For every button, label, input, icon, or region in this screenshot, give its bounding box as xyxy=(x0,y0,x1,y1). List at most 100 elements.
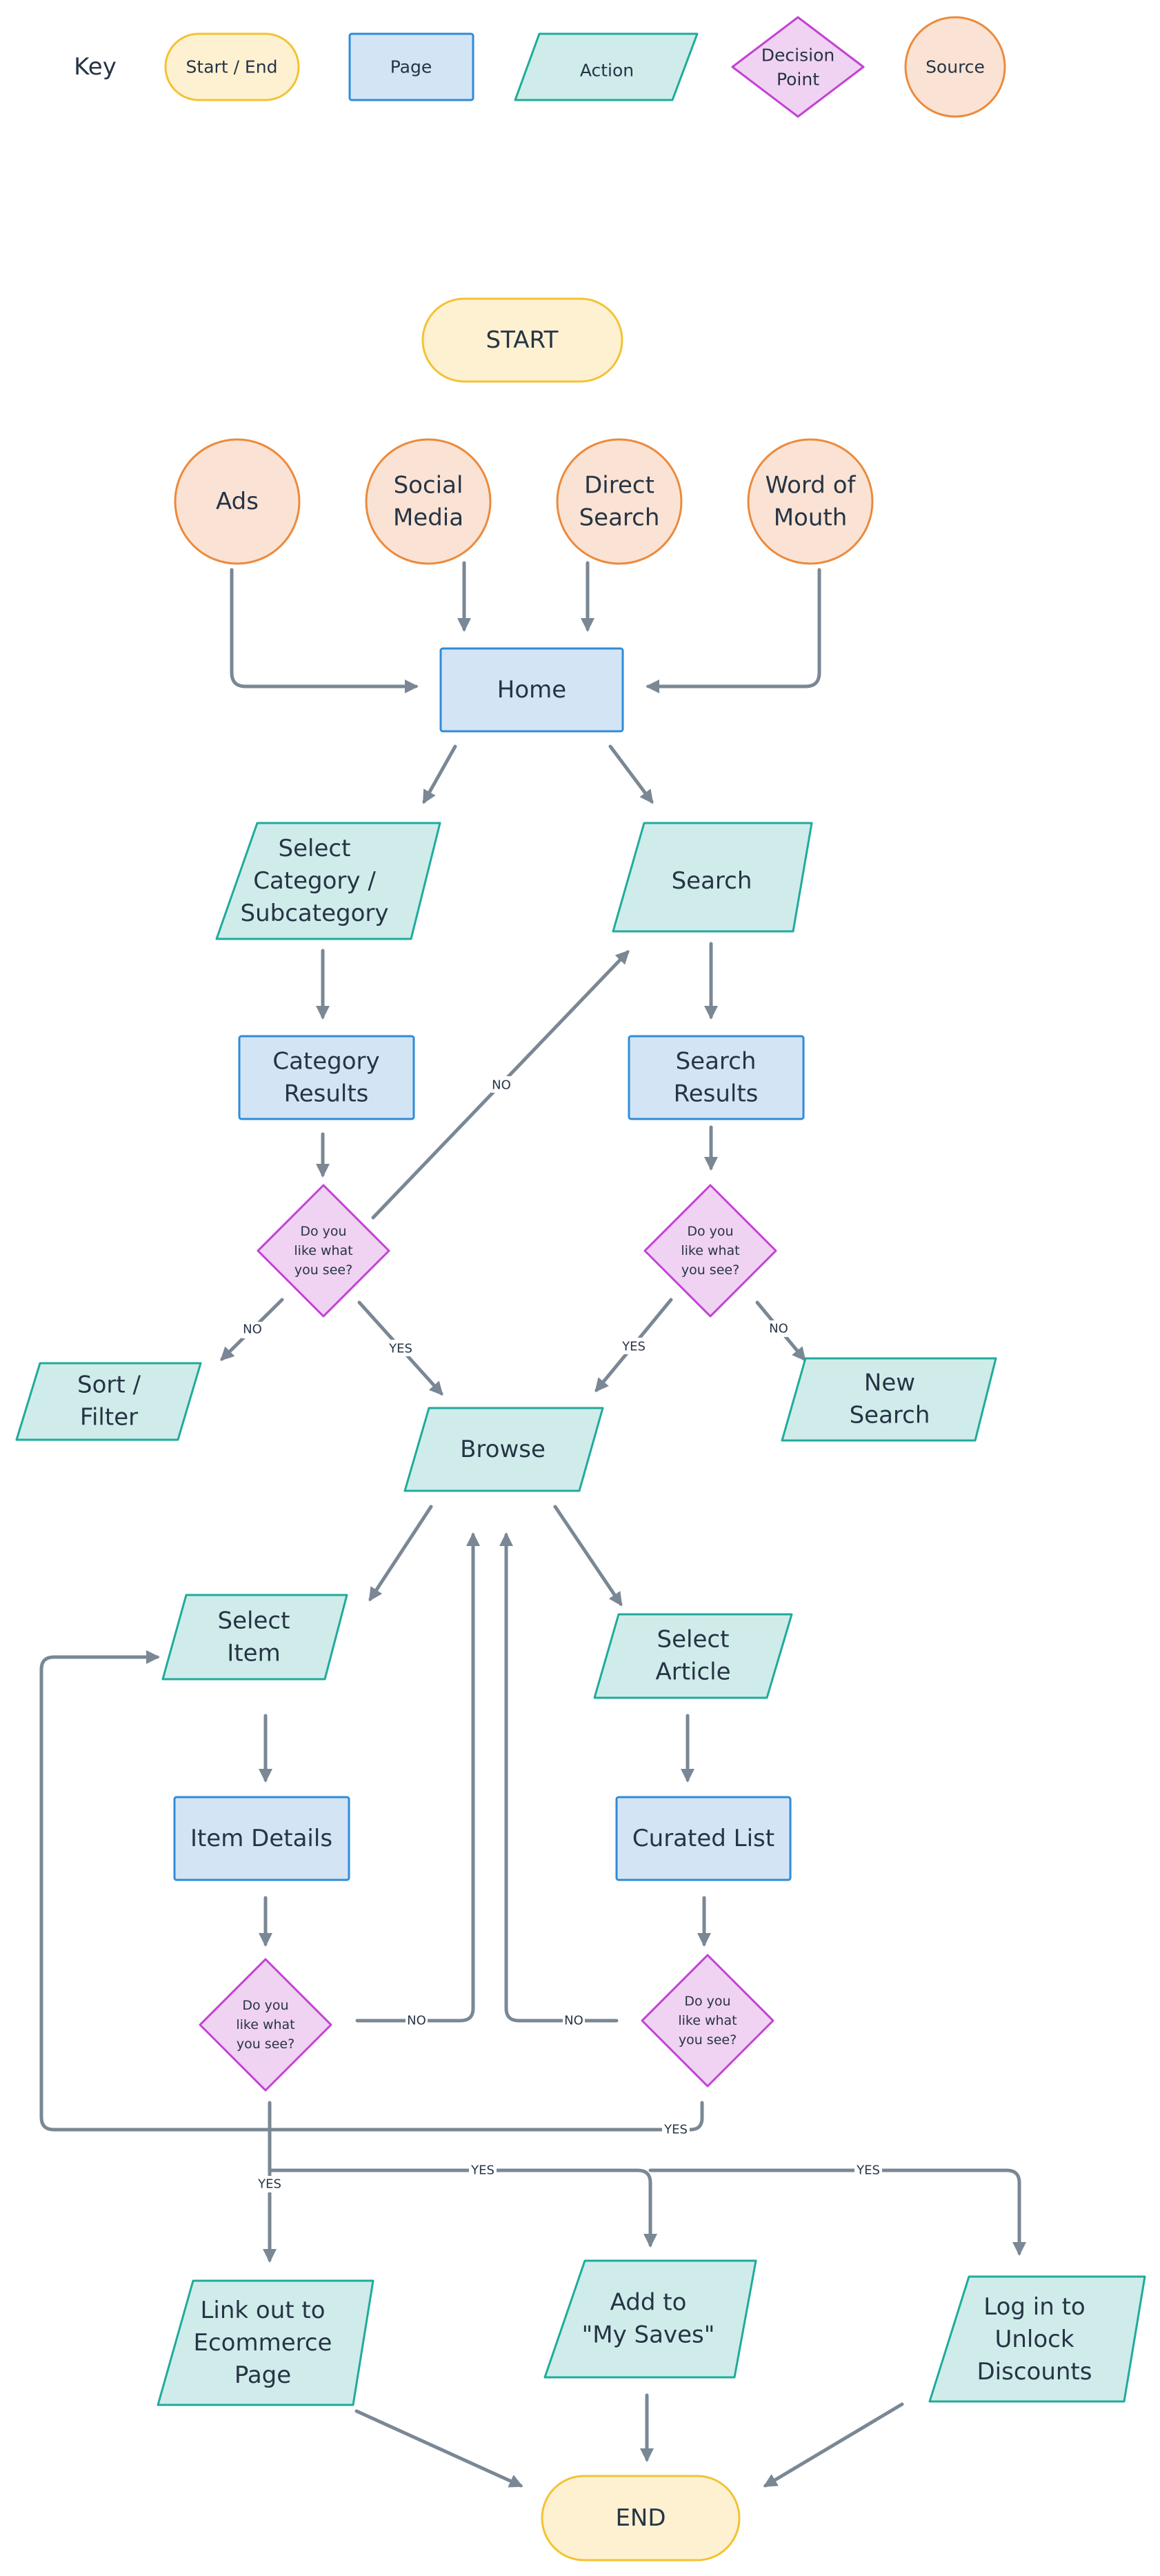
node-source-word-of-mouth[interactable]: Word of Mouth xyxy=(747,438,874,565)
edge-itemdecision-yes-login xyxy=(648,2168,1026,2256)
node-label-line: Social xyxy=(394,472,463,499)
node-label-line: Do you xyxy=(684,1994,730,2009)
node-label-line: Do you xyxy=(687,1224,733,1239)
node-page-category-results[interactable]: Category Results xyxy=(238,1035,415,1120)
node-source-social-media[interactable]: Social Media xyxy=(365,438,492,565)
node-label-line: Select xyxy=(218,1607,290,1635)
node-page-search-results[interactable]: Search Results xyxy=(628,1035,805,1120)
node-action-add-to-my-saves[interactable]: Add to "My Saves" xyxy=(543,2259,757,2379)
node-source-social-media-shape xyxy=(365,438,492,565)
node-label-line: Search xyxy=(676,1048,757,1076)
node-label-home: Home xyxy=(497,676,566,704)
edge-label-cat-no: NO xyxy=(243,1322,262,1337)
node-decision-category[interactable]: Do you like what you see? xyxy=(257,1184,390,1318)
legend-action: Action xyxy=(514,32,699,101)
node-label-line: like what xyxy=(681,1243,739,1258)
node-source-direct-search[interactable]: Direct Search xyxy=(556,438,683,565)
node-action-select-item[interactable]: Select Item xyxy=(161,1594,348,1681)
node-action-select-article[interactable]: Select Article xyxy=(593,1613,793,1699)
legend-page: Page xyxy=(348,32,474,101)
edge-label-item-no: NO xyxy=(407,2014,426,2028)
node-label-line: Sort / xyxy=(77,1371,141,1399)
edge-label-item-yes-saves: YES xyxy=(470,2163,494,2178)
node-label-line: Filter xyxy=(80,1404,138,1431)
node-label-line: Ads xyxy=(216,488,259,515)
node-label-line: Ecommerce xyxy=(194,2329,332,2357)
node-label-line: like what xyxy=(678,2013,737,2028)
edges xyxy=(39,561,1026,2488)
legend-source-label: Source xyxy=(926,57,985,77)
node-label-line: Browse xyxy=(460,1436,546,1463)
edge-ads-home xyxy=(230,568,419,693)
node-label-line: Search xyxy=(579,504,660,532)
node-label-line: Search xyxy=(850,1402,930,1429)
legend-decision-label-line2: Point xyxy=(777,70,819,90)
flowchart: Key Start / End Page Action Decision Poi… xyxy=(15,16,1146,2562)
node-label-line: like what xyxy=(294,1243,352,1258)
node-label-line: START xyxy=(486,326,559,354)
node-label-line: Word of xyxy=(766,472,857,499)
legend-page-label: Page xyxy=(390,57,432,77)
node-label-dec-item: Do you like what you see? xyxy=(236,1998,294,2052)
edge-login-end xyxy=(763,2402,904,2488)
node-action-select-category[interactable]: Select Category / Subcategory xyxy=(215,822,441,940)
legend-source: Source xyxy=(904,16,1006,118)
edge-browse-selectarticle xyxy=(553,1505,623,1607)
node-label-line: Item xyxy=(227,1640,280,1667)
node-source-word-of-mouth-shape xyxy=(747,438,874,565)
node-label-line: Direct xyxy=(584,472,654,499)
node-action-new-search[interactable]: New Search xyxy=(781,1357,997,1442)
node-page-curated-list[interactable]: Curated List xyxy=(615,1796,792,1881)
edge-itemdecision-yes-addsaves xyxy=(268,2168,657,2248)
node-label-line: Category xyxy=(272,1048,379,1076)
node-page-item-details[interactable]: Item Details xyxy=(173,1796,350,1881)
node-label-line: Unlock xyxy=(994,2326,1074,2353)
node-label-line: Article xyxy=(655,1658,730,1686)
edge-linkout-end xyxy=(354,2409,523,2488)
legend-decision-label-line1: Decision xyxy=(761,46,834,66)
legend-start-end-label: Start / End xyxy=(186,57,278,77)
node-end[interactable]: END xyxy=(541,2475,741,2562)
node-page-home[interactable]: Home xyxy=(439,647,624,733)
node-action-link-out[interactable]: Link out to Ecommerce Page xyxy=(157,2279,374,2406)
node-decision-search[interactable]: Do you like what you see? xyxy=(643,1184,777,1318)
node-label-line: Media xyxy=(393,504,463,532)
node-start[interactable]: START xyxy=(421,297,623,383)
node-label-line: Page xyxy=(234,2361,291,2389)
node-action-log-in[interactable]: Log in to Unlock Discounts xyxy=(928,2275,1146,2403)
edge-browse-selectitem xyxy=(368,1505,433,1602)
node-label-item-details: Item Details xyxy=(190,1825,332,1852)
node-action-sort-filter[interactable]: Sort / Filter xyxy=(15,1362,202,1441)
node-label-line: Do you xyxy=(242,1998,288,2013)
edge-label-cat-no-search: NO xyxy=(492,1078,511,1093)
legend-action-label: Action xyxy=(580,61,634,81)
node-label-line: Results xyxy=(284,1080,369,1108)
edge-label-search-yes: YES xyxy=(621,1340,646,1354)
node-decision-article[interactable]: Do you like what you see? xyxy=(641,1954,774,2088)
edge-articledecision-yes-selectitem xyxy=(39,1650,704,2132)
node-label-browse: Browse xyxy=(460,1436,546,1463)
node-label-line: END xyxy=(615,2504,666,2532)
node-label-line: you see? xyxy=(294,1262,352,1278)
node-label-start: START xyxy=(486,326,559,354)
node-label-line: like what xyxy=(236,2017,294,2032)
node-label-line: Item Details xyxy=(190,1825,332,1852)
edge-home-selectcat xyxy=(422,744,457,804)
node-source-ads[interactable]: Ads xyxy=(174,438,301,565)
node-label-line: Category / xyxy=(253,867,376,895)
node-action-search[interactable]: Search xyxy=(612,822,813,933)
legend-start-end: Start / End xyxy=(164,32,300,101)
node-action-browse[interactable]: Browse xyxy=(403,1407,604,1492)
node-label-line: "My Saves" xyxy=(582,2321,715,2349)
node-label-line: Do you xyxy=(300,1224,346,1239)
node-label-dec-search: Do you like what you see? xyxy=(681,1224,739,1278)
node-action-add-to-my-saves-shape xyxy=(543,2259,757,2379)
edge-label-search-no: NO xyxy=(769,1322,788,1336)
node-label-line: Log in to xyxy=(983,2293,1085,2321)
node-decision-item[interactable]: Do you like what you see? xyxy=(199,1958,332,2092)
edge-itemdecision-no-browse xyxy=(355,1532,480,2023)
node-label-end: END xyxy=(615,2504,666,2532)
node-label-line: Search xyxy=(672,867,752,895)
edge-label-item-yes-down: YES xyxy=(257,2177,281,2192)
node-label-curated-list: Curated List xyxy=(632,1825,774,1852)
